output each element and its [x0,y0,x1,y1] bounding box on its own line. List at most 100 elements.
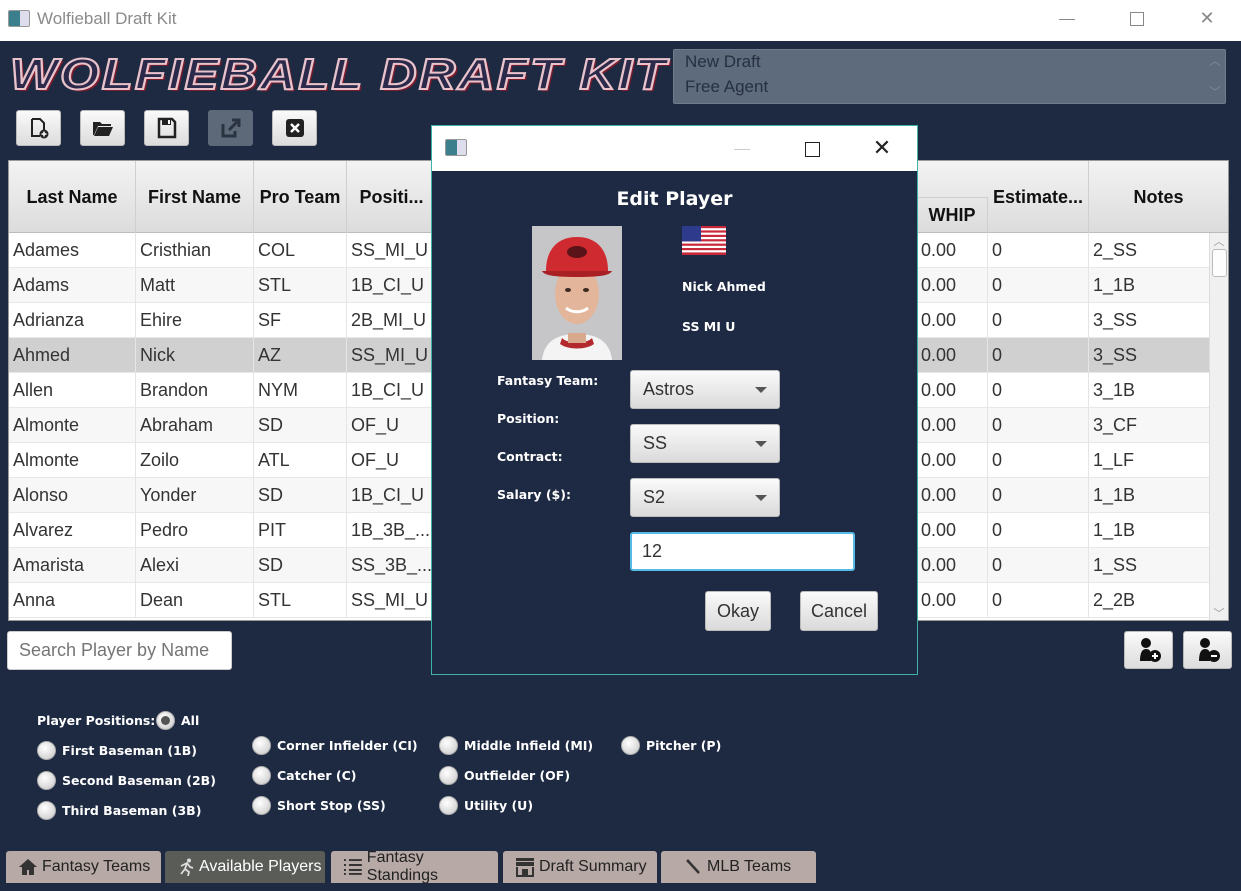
fantasy-team-label: Fantasy Team: [497,373,599,388]
column-header-whip[interactable]: WHIP [917,197,988,233]
table-cell-est: 0 [988,338,1089,373]
scroll-up-icon[interactable]: ︿ [1205,50,1225,69]
dialog-minimize-button[interactable] [717,126,767,171]
scroll-down-icon[interactable]: ﹀ [1205,69,1225,100]
exit-button[interactable] [272,110,317,146]
column-header-last-name[interactable]: Last Name [9,161,136,233]
radio-label-catcher[interactable]: Catcher (C) [277,768,357,783]
table-cell-last: Almonte [9,408,136,443]
radio-all[interactable] [156,711,175,730]
column-header-estimated-value[interactable]: Estimate... [988,161,1089,233]
radio-second-baseman[interactable] [37,771,56,790]
contract-label: Contract: [497,449,563,464]
table-cell-whip: 0.00 [917,513,988,548]
tab-label: Fantasy Teams [42,858,151,875]
position-select[interactable]: SS [630,424,780,463]
maximize-button[interactable] [1102,0,1172,41]
table-cell-first: Zoilo [136,443,254,478]
column-header-positions[interactable]: Positi... [347,161,437,233]
fantasy-team-select[interactable]: Astros [630,370,780,409]
new-draft-button[interactable] [16,110,61,146]
open-draft-button[interactable] [80,110,125,146]
dialog-maximize-button[interactable] [787,126,837,171]
scroll-down-icon[interactable]: ﹀ [1210,605,1228,620]
dialog-app-icon [445,139,467,156]
table-cell-whip: 0.00 [917,268,988,303]
table-cell-est: 0 [988,233,1089,268]
radio-middle-infield[interactable] [439,736,458,755]
draft-list[interactable]: New Draft Free Agent ︿ ﹀ [673,49,1226,104]
column-header-pro-team[interactable]: Pro Team [254,161,347,233]
radio-label-short-stop[interactable]: Short Stop (SS) [277,798,386,813]
table-cell-first: Pedro [136,513,254,548]
add-player-button[interactable] [1124,631,1173,669]
draft-list-item[interactable]: Free Agent [674,77,1225,104]
radio-label-utility[interactable]: Utility (U) [464,798,533,813]
table-cell-last: Alvarez [9,513,136,548]
table-cell-notes: 2_SS [1089,233,1211,268]
tab-draft-summary[interactable]: Draft Summary [503,851,657,883]
remove-player-button[interactable] [1183,631,1232,669]
salary-label: Salary ($): [497,487,571,502]
table-cell-whip: 0.00 [917,233,988,268]
cancel-button[interactable]: Cancel [800,591,878,631]
table-cell-team: SD [254,548,347,583]
table-cell-whip: 0.00 [917,548,988,583]
table-cell-pos: SS_3B_... [347,548,437,583]
player-name: Nick Ahmed [682,279,766,294]
add-user-icon [1139,638,1161,662]
minimize-button[interactable] [1032,0,1102,41]
table-cell-est: 0 [988,443,1089,478]
radio-label-second-baseman[interactable]: Second Baseman (2B) [62,773,216,788]
radio-label-middle-infield[interactable]: Middle Infield (MI) [464,738,593,753]
tab-fantasy-standings[interactable]: Fantasy Standings [331,849,498,884]
radio-utility[interactable] [439,796,458,815]
radio-label-third-baseman[interactable]: Third Baseman (3B) [62,803,201,818]
draft-list-item[interactable]: New Draft [674,50,1225,77]
radio-outfielder[interactable] [439,766,458,785]
radio-short-stop[interactable] [252,796,271,815]
dialog-close-button[interactable]: ✕ [857,126,907,171]
salary-input[interactable] [630,532,855,571]
table-cell-first: Dean [136,583,254,618]
table-cell-notes: 3_1B [1089,373,1211,408]
fantasy-team-value: Astros [643,379,695,399]
table-cell-first: Abraham [136,408,254,443]
table-cell-est: 0 [988,478,1089,513]
table-cell-team: ATL [254,443,347,478]
column-header-first-name[interactable]: First Name [136,161,254,233]
radio-label-outfielder[interactable]: Outfielder (OF) [464,768,570,783]
search-player-input[interactable] [7,631,232,670]
radio-label-all[interactable]: All [181,713,199,728]
save-draft-button[interactable] [144,110,189,146]
radio-label-corner-infielder[interactable]: Corner Infielder (CI) [277,738,418,753]
contract-select[interactable]: S2 [630,478,780,517]
table-cell-notes: 1_LF [1089,443,1211,478]
table-scrollbar[interactable]: ︿ ﹀ [1209,233,1228,620]
close-window-button[interactable]: ✕ [1172,0,1241,41]
draft-list-scrollbar[interactable]: ︿ ﹀ [1205,50,1225,103]
scrollbar-thumb[interactable] [1212,249,1227,277]
table-cell-last: Anna [9,583,136,618]
table-cell-pos: 1B_CI_U [347,268,437,303]
tab-mlb-teams[interactable]: MLB Teams [661,851,816,883]
radio-pitcher[interactable] [621,736,640,755]
tab-fantasy-teams[interactable]: Fantasy Teams [6,851,161,883]
okay-button[interactable]: Okay [705,591,771,631]
radio-label-pitcher[interactable]: Pitcher (P) [646,738,721,753]
dialog-title: Edit Player [616,188,733,210]
radio-label-first-baseman[interactable]: First Baseman (1B) [62,743,197,758]
table-cell-first: Nick [136,338,254,373]
tab-available-players[interactable]: Available Players [165,851,325,883]
radio-corner-infielder[interactable] [252,736,271,755]
floppy-save-icon [157,117,176,139]
radio-catcher[interactable] [252,766,271,785]
table-cell-notes: 3_SS [1089,303,1211,338]
radio-first-baseman[interactable] [37,741,56,760]
radio-third-baseman[interactable] [37,801,56,820]
export-draft-button[interactable] [208,110,253,146]
table-cell-last: Adrianza [9,303,136,338]
scroll-up-icon[interactable]: ︿ [1210,233,1228,249]
table-cell-pos: 2B_MI_U [347,303,437,338]
column-header-notes[interactable]: Notes [1089,161,1228,233]
